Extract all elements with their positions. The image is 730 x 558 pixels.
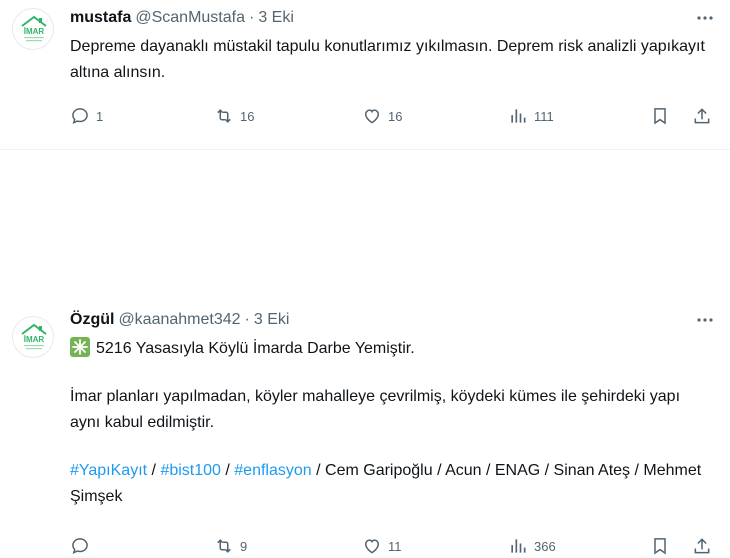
views-button[interactable]: 111 [508, 104, 554, 128]
tweet-header: mustafa @ScanMustafa · 3 Eki [70, 8, 718, 28]
repost-button[interactable]: 16 [214, 104, 254, 128]
reply-icon [72, 108, 88, 125]
tweet[interactable]: İMAR mustafa @ScanMustafa · 3 Eki Deprem… [0, 0, 730, 150]
share-icon [694, 538, 710, 554]
author-name[interactable]: mustafa [70, 8, 131, 28]
share-button[interactable] [692, 534, 712, 558]
like-button[interactable]: 11 [362, 534, 402, 558]
repost-icon [217, 109, 231, 123]
avatar[interactable]: İMAR [12, 8, 54, 50]
heading-text: 5216 Yasasıyla Köylü İmarda Darbe Yemişt… [96, 340, 415, 357]
share-button[interactable] [692, 104, 712, 128]
views-count: 111 [534, 108, 554, 124]
reply-button[interactable]: 1 [70, 104, 103, 128]
tweet-text: Depreme dayanaklı müstakil tapulu konutl… [70, 34, 718, 86]
separator-dot: · [244, 311, 250, 328]
bookmark-button[interactable] [650, 104, 670, 128]
tweet-heading: 5216 Yasasıyla Köylü İmarda Darbe Yemişt… [70, 336, 710, 362]
views-button[interactable]: 366 [508, 534, 556, 558]
reply-button[interactable] [70, 534, 96, 558]
tweet-paragraph: İmar planları yapılmadan, köyler mahalle… [70, 388, 681, 431]
tweet-header: Özgül @kaanahmet342 · 3 Eki [70, 310, 718, 330]
svg-text:İMAR: İMAR [24, 335, 45, 344]
slash-separator: / [147, 462, 161, 479]
slash-separator: / [220, 462, 235, 479]
author-handle[interactable]: @kaanahmet342 [118, 310, 240, 330]
like-count: 11 [388, 538, 402, 554]
tweet-actions: 9 11 366 [70, 534, 720, 558]
bookmark-icon [654, 538, 666, 555]
slash-separator: / [311, 462, 326, 479]
reply-count: 1 [96, 108, 104, 124]
tweet-date[interactable]: 3 Eki [258, 8, 294, 28]
reply-icon [72, 538, 88, 555]
hashtag-link[interactable]: #bist100 [160, 462, 221, 479]
tweet-actions: 1 16 16 111 [70, 104, 720, 128]
imar-logo-icon: İMAR [21, 323, 47, 350]
author-name[interactable]: Özgül [70, 310, 114, 330]
repost-button[interactable]: 9 [214, 534, 247, 558]
sparkle-emoji-icon [70, 337, 90, 357]
hashtag-link[interactable]: #YapıKayıt [70, 462, 147, 479]
share-icon [694, 108, 710, 124]
separator-dot: · [248, 9, 255, 26]
tweet-date[interactable]: 3 Eki [254, 310, 290, 330]
views-chart-icon [511, 539, 526, 553]
views-count: 366 [534, 538, 556, 554]
repost-count: 9 [240, 538, 248, 554]
svg-text:İMAR: İMAR [24, 27, 45, 36]
bookmark-button[interactable] [650, 534, 670, 558]
tweet-tags-paragraph: #YapıKayıt / #bist100 / #enflasyon / Cem… [70, 458, 710, 510]
imar-logo-icon: İMAR [21, 15, 47, 42]
tweet-text: 5216 Yasasıyla Köylü İmarda Darbe Yemişt… [70, 336, 710, 510]
avatar[interactable]: İMAR [12, 316, 54, 358]
views-chart-icon [511, 109, 526, 123]
bookmark-icon [654, 108, 666, 125]
more-options-icon[interactable] [694, 8, 716, 28]
like-count: 16 [388, 108, 403, 124]
hashtag-link[interactable]: #enflasyon [234, 462, 311, 479]
more-options-icon[interactable] [694, 310, 716, 330]
repost-icon [217, 539, 231, 553]
tweet-paragraph: Depreme dayanaklı müstakil tapulu konutl… [70, 38, 705, 81]
repost-count: 16 [240, 108, 255, 124]
like-button[interactable]: 16 [362, 104, 402, 128]
author-handle[interactable]: @ScanMustafa [135, 8, 245, 28]
tweet[interactable]: İMAR Özgül @kaanahmet342 · 3 Eki 5216 Ya… [0, 150, 730, 555]
heart-icon [364, 109, 380, 124]
heart-icon [364, 539, 380, 554]
